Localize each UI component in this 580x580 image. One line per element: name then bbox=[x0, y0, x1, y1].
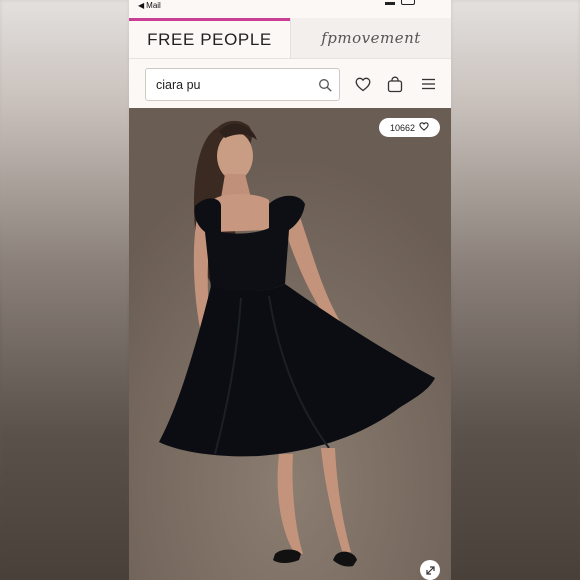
status-icons bbox=[385, 0, 415, 5]
background-blur-right bbox=[451, 0, 580, 580]
signal-icon bbox=[385, 0, 395, 5]
menu-icon[interactable] bbox=[418, 74, 438, 94]
battery-icon bbox=[401, 0, 415, 5]
status-bar: ◀ Mail bbox=[129, 0, 451, 14]
back-chevron-icon: ◀ bbox=[138, 1, 145, 10]
search-query: ciara pu bbox=[156, 77, 201, 92]
brand-tabs: FREE PEOPLE fpmovement bbox=[129, 18, 451, 58]
tab-free-people[interactable]: FREE PEOPLE bbox=[129, 18, 290, 58]
search-input[interactable]: ciara pu bbox=[145, 68, 340, 101]
header-bar: ciara pu bbox=[129, 58, 451, 108]
like-count: 10662 bbox=[389, 122, 416, 133]
back-label: Mail bbox=[146, 1, 161, 10]
phone-screen: ◀ Mail FREE PEOPLE fpmovement ciara pu 1… bbox=[129, 0, 451, 580]
tab-free-people-label: FREE PEOPLE bbox=[147, 29, 272, 49]
heart-outline-icon bbox=[419, 122, 429, 133]
background-blur-left bbox=[0, 0, 129, 580]
model-dress-illustration bbox=[129, 108, 451, 580]
search-icon[interactable] bbox=[311, 71, 339, 99]
heart-icon[interactable] bbox=[353, 74, 373, 94]
like-button[interactable]: 10662 bbox=[379, 118, 440, 137]
bag-icon[interactable] bbox=[385, 74, 405, 94]
product-image[interactable]: 10662 bbox=[129, 108, 451, 580]
expand-icon[interactable] bbox=[420, 560, 440, 580]
tab-fp-movement[interactable]: fpmovement bbox=[290, 18, 451, 58]
back-to-mail-link[interactable]: ◀ Mail bbox=[138, 1, 161, 10]
tab-fp-movement-label: fpmovement bbox=[321, 29, 421, 47]
